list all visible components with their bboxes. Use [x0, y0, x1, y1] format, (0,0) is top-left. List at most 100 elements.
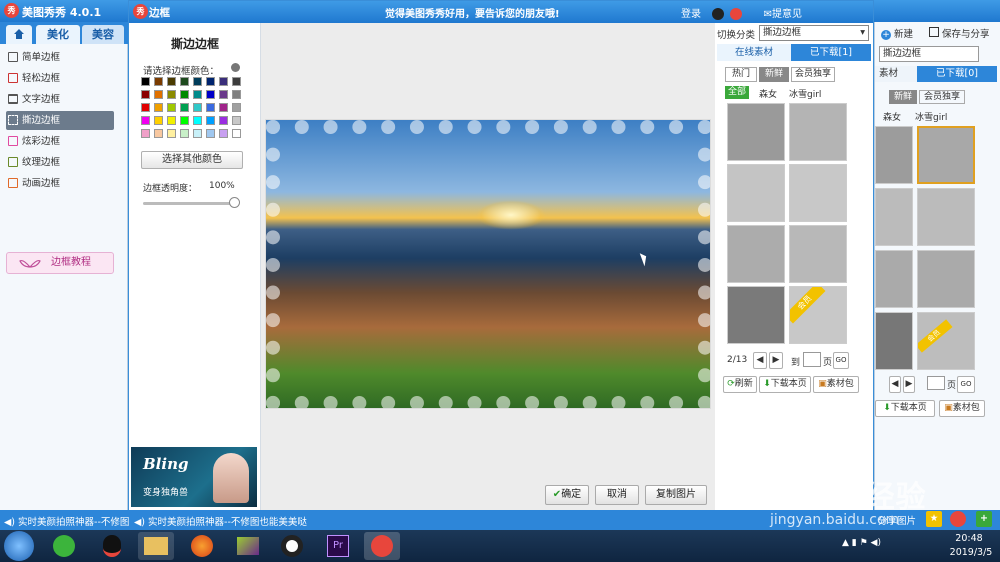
sub-all[interactable]: 全部 [725, 86, 749, 99]
nav-item-easy[interactable]: 轻松边框 [6, 69, 114, 88]
prev-page-button[interactable]: ◀ [753, 352, 767, 369]
new-button[interactable]: + 新建 [881, 26, 913, 40]
color-picker-icon[interactable] [231, 63, 240, 72]
home-tab[interactable] [6, 25, 32, 44]
main-thumb-3[interactable] [875, 188, 913, 246]
thumb-1[interactable] [727, 103, 785, 161]
color-swatch[interactable] [154, 90, 163, 99]
tab-beauty[interactable]: 美容 [82, 25, 124, 44]
color-swatch[interactable] [206, 116, 215, 125]
color-swatch[interactable] [141, 129, 150, 138]
main-thumb-5[interactable] [875, 250, 913, 308]
page-input[interactable] [803, 352, 821, 367]
color-swatch[interactable] [193, 90, 202, 99]
nav-item-text[interactable]: 文字边框 [6, 90, 114, 109]
ok-button[interactable]: ✔确定 [545, 485, 589, 505]
color-swatch[interactable] [193, 77, 202, 86]
sub-ice-girl[interactable]: 冰雪girl [789, 87, 821, 100]
color-swatch[interactable] [167, 116, 176, 125]
color-swatch[interactable] [141, 116, 150, 125]
nav-item-animation[interactable]: 动画边框 [6, 174, 114, 193]
sub-forest[interactable]: 森女 [759, 87, 777, 100]
tab-downloaded[interactable]: 已下载[1] [791, 44, 871, 61]
color-swatch[interactable] [167, 77, 176, 86]
color-swatch[interactable] [193, 129, 202, 138]
color-swatch[interactable] [154, 116, 163, 125]
nav-item-colorful[interactable]: 炫彩边框 [6, 132, 114, 151]
tray-icons[interactable]: ▲ ▮ ⚑ ◀) [842, 538, 902, 552]
color-swatch[interactable] [193, 103, 202, 112]
thumb-4[interactable] [789, 164, 847, 222]
color-swatch[interactable] [167, 129, 176, 138]
main-thumb-6[interactable] [917, 250, 975, 308]
main-thumb-8[interactable]: 会员 [917, 312, 975, 370]
login-link[interactable]: 登录 [681, 9, 701, 20]
main-thumb-7[interactable] [875, 312, 913, 370]
color-swatch[interactable] [232, 77, 241, 86]
star-icon[interactable]: ★ [926, 511, 942, 527]
color-swatch[interactable] [180, 77, 189, 86]
color-swatch[interactable] [154, 77, 163, 86]
color-swatch[interactable] [193, 116, 202, 125]
add-icon[interactable]: + [976, 511, 992, 527]
color-swatch[interactable] [167, 90, 176, 99]
main-tab-downloaded[interactable]: 已下载[0] [917, 66, 997, 82]
taskbar-premiere-icon[interactable]: Pr [320, 532, 356, 560]
tab-online[interactable]: 在线素材 [717, 44, 791, 61]
refresh-button[interactable]: ⟳刷新 [723, 376, 757, 393]
color-swatch[interactable] [180, 103, 189, 112]
main-material-pack-button[interactable]: ▣素材包 [939, 400, 985, 417]
status-center[interactable]: ◀) 实时美颜拍照神器--不修图也能美美哒 [134, 514, 307, 528]
color-swatch[interactable] [219, 116, 228, 125]
taskbar-record-icon[interactable] [274, 532, 310, 560]
thumb-7[interactable] [727, 286, 785, 344]
color-swatch[interactable] [219, 77, 228, 86]
weibo-share-icon[interactable] [950, 511, 966, 527]
color-swatch[interactable] [180, 90, 189, 99]
start-button[interactable] [4, 531, 34, 561]
filter-hot[interactable]: 热门 [725, 67, 757, 82]
color-swatch[interactable] [154, 129, 163, 138]
copy-image-button[interactable]: 复制图片 [645, 485, 707, 505]
filter-fresh[interactable]: 新鲜 [759, 67, 789, 82]
filter-vip[interactable]: 会员独享 [791, 67, 835, 82]
thumb-8[interactable]: 会员 [789, 286, 847, 344]
thumb-5[interactable] [727, 225, 785, 283]
thumb-6[interactable] [789, 225, 847, 283]
color-swatch[interactable] [232, 129, 241, 138]
main-thumb-2[interactable] [917, 126, 975, 184]
color-swatch[interactable] [180, 129, 189, 138]
tutorial-button[interactable]: 边框教程 [6, 252, 114, 274]
save-share-button[interactable]: 保存与分享 [929, 26, 990, 40]
main-sub-ice[interactable]: 冰雪girl [915, 110, 947, 123]
main-page-input[interactable] [927, 376, 945, 390]
color-swatch[interactable] [219, 103, 228, 112]
taskbar-media-icon[interactable] [230, 532, 266, 560]
thumb-3[interactable] [727, 164, 785, 222]
color-swatch[interactable] [232, 116, 241, 125]
main-sub-forest[interactable]: 森女 [883, 110, 901, 123]
download-page-button[interactable]: ⬇下载本页 [759, 376, 811, 393]
color-swatch[interactable] [206, 90, 215, 99]
main-filter-fresh[interactable]: 新鲜 [889, 90, 917, 104]
color-swatch[interactable] [141, 90, 150, 99]
color-swatch[interactable] [232, 90, 241, 99]
feedback-link[interactable]: ✉提意见 [764, 9, 802, 20]
main-category-select[interactable]: 撕边边框 [879, 46, 979, 62]
material-pack-button[interactable]: ▣素材包 [813, 376, 859, 393]
color-swatch[interactable] [180, 116, 189, 125]
main-go-button[interactable]: GO [957, 376, 975, 393]
cancel-button[interactable]: 取消 [595, 485, 639, 505]
status-left[interactable]: ◀) 实时美颜拍照神器--不修图 [4, 514, 129, 528]
tab-beautify[interactable]: 美化 [36, 25, 80, 44]
main-next-page[interactable]: ▶ [903, 376, 915, 393]
thumb-2[interactable] [789, 103, 847, 161]
color-swatch[interactable] [141, 103, 150, 112]
color-swatch[interactable] [219, 129, 228, 138]
next-page-button[interactable]: ▶ [769, 352, 783, 369]
main-tab-online[interactable]: 素材 [875, 66, 917, 82]
qq-icon[interactable] [712, 8, 725, 20]
photo-preview[interactable] [265, 119, 711, 409]
main-download-page-button[interactable]: ⬇下载本页 [875, 400, 935, 417]
nav-item-texture[interactable]: 纹理边框 [6, 153, 114, 172]
